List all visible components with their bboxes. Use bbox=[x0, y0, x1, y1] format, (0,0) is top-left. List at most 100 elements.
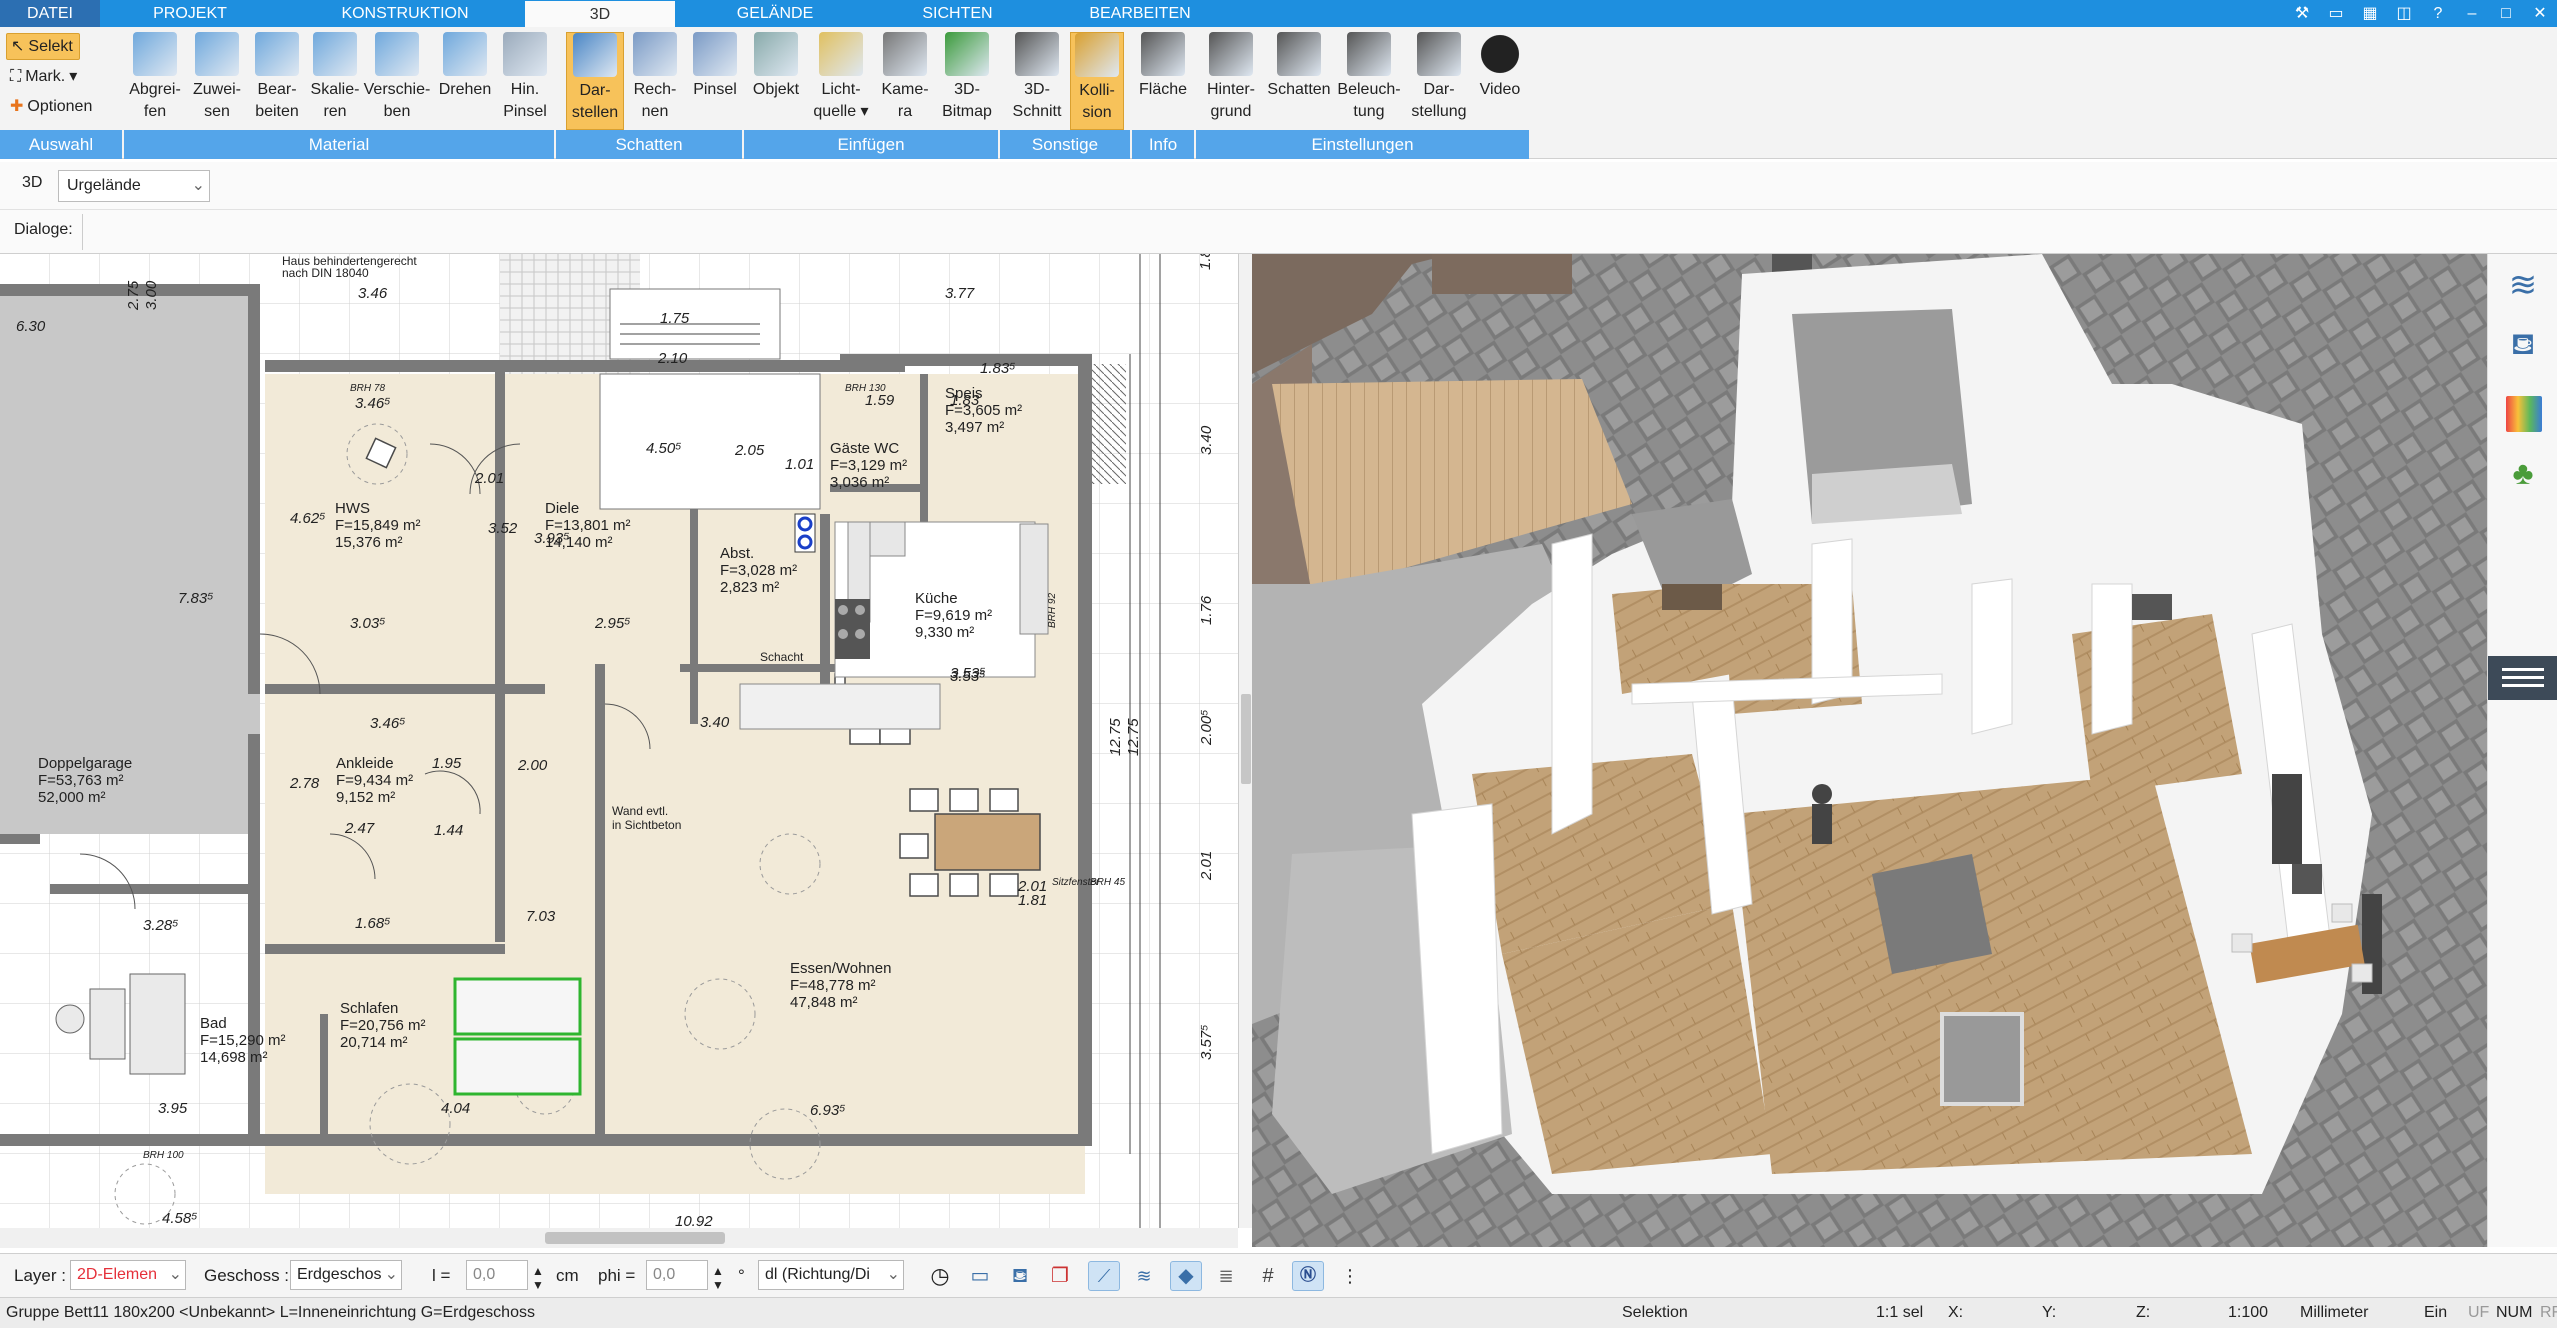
snap-icon[interactable]: ◆ bbox=[1170, 1261, 1202, 1291]
tab-datei[interactable]: DATEI bbox=[0, 0, 100, 27]
dl-dropdown[interactable]: dl (Richtung/Di ⌄ bbox=[758, 1260, 904, 1290]
room-floor-area: F=9,434 m² bbox=[336, 772, 414, 789]
more-icon[interactable]: ⋮ bbox=[1340, 1261, 1360, 1291]
bearbeiten-icon bbox=[255, 32, 299, 76]
tab-konstruktion[interactable]: KONSTRUKTION bbox=[290, 0, 520, 27]
abgreifen-button[interactable]: Abgrei-fen bbox=[124, 32, 186, 130]
hatch-icon[interactable]: ≋ bbox=[1128, 1261, 1160, 1291]
skalieren-icon bbox=[313, 32, 357, 76]
terrain-dropdown[interactable]: Urgelände ⌄ bbox=[58, 170, 210, 202]
dimension-label: 1.68⁵ bbox=[355, 915, 391, 932]
room-label[interactable]: Küche F=9,619 m² 9,330 m² bbox=[915, 590, 992, 641]
materials-icon[interactable] bbox=[2506, 396, 2542, 432]
button-label-line2: stellung bbox=[1411, 103, 1467, 120]
bearbeiten-button[interactable]: Bear-beiten bbox=[246, 32, 308, 130]
chevron-down-icon: ⌄ bbox=[384, 1266, 398, 1283]
north-icon[interactable]: Ⓝ bbox=[1292, 1261, 1324, 1291]
selekt-button[interactable]: ↖ Selekt bbox=[6, 33, 80, 60]
darstellen-button[interactable]: Dar-stellen bbox=[566, 32, 624, 130]
grid-icon[interactable]: ▦ bbox=[2353, 0, 2387, 27]
tab-3d[interactable]: 3D bbox=[525, 0, 675, 27]
hamburger-menu-button[interactable] bbox=[2488, 656, 2557, 700]
plants-icon[interactable]: ♣ bbox=[2504, 454, 2542, 492]
maximize-button[interactable]: □ bbox=[2489, 0, 2523, 27]
drehen-button[interactable]: Drehen bbox=[434, 32, 496, 130]
room-label[interactable]: Schlafen F=20,756 m² 20,714 m² bbox=[340, 1000, 425, 1051]
3d-view[interactable] bbox=[1252, 254, 2487, 1247]
objekt-button[interactable]: Objekt bbox=[746, 32, 806, 130]
beleuchtung-button[interactable]: Beleuch-tung bbox=[1334, 32, 1404, 130]
monitor-icon[interactable]: ▭ bbox=[964, 1261, 996, 1291]
video-button[interactable]: Video bbox=[1474, 32, 1526, 130]
phi-input[interactable]: 0,0 bbox=[646, 1260, 708, 1290]
kamera-button[interactable]: Kame-ra bbox=[876, 32, 934, 130]
l-input[interactable]: 0,0 bbox=[466, 1260, 528, 1290]
layer-dropdown[interactable]: 2D-Elemen ⌄ bbox=[70, 1260, 186, 1290]
help-icon[interactable]: ? bbox=[2421, 0, 2455, 27]
rechnen-button[interactable]: Rech-nen bbox=[626, 32, 684, 130]
pinsel-button[interactable]: Pinsel bbox=[686, 32, 744, 130]
hin-pinsel-button[interactable]: Hin. Pinsel bbox=[496, 32, 554, 130]
close-button[interactable]: ✕ bbox=[2523, 0, 2557, 27]
tab-bearbeiten[interactable]: BEARBEITEN bbox=[1050, 0, 1230, 27]
flaeche-button[interactable]: Fläche bbox=[1132, 32, 1194, 130]
view-label: 3D bbox=[22, 174, 43, 191]
room-label[interactable]: Gäste WC F=3,129 m² 3,036 m² bbox=[830, 440, 907, 491]
tab-gelaende[interactable]: GELÄNDE bbox=[690, 0, 860, 27]
plus-icon: ✚ bbox=[10, 98, 24, 115]
schnitt-button[interactable]: 3D- Schnitt bbox=[1004, 32, 1070, 130]
dimension-label: 2.75 bbox=[125, 280, 142, 310]
divider-handle[interactable] bbox=[1241, 694, 1251, 784]
room-label[interactable]: Abst. F=3,028 m² 2,823 m² bbox=[720, 545, 797, 596]
dimension-label: 3.00 bbox=[143, 280, 160, 310]
button-label-line1: Kame- bbox=[881, 81, 929, 98]
restore-icon[interactable]: ◫ bbox=[2387, 0, 2421, 27]
button-label-line1: Licht- bbox=[821, 81, 861, 98]
dimension-label: 1.81 bbox=[1018, 892, 1048, 909]
tools-icon[interactable]: ⚒ bbox=[2285, 0, 2319, 27]
room-label[interactable]: Essen/Wohnen F=48,778 m² 47,848 m² bbox=[790, 960, 891, 1011]
pinsel-icon bbox=[693, 32, 737, 76]
l-value: 0,0 bbox=[473, 1266, 496, 1283]
dimension-label: 1.76 bbox=[1198, 595, 1215, 625]
room-label[interactable]: Ankleide F=9,434 m² 9,152 m² bbox=[336, 755, 413, 806]
schatten2-button[interactable]: Schatten bbox=[1266, 32, 1332, 130]
lichtquelle-button[interactable]: Licht-quelle ▾ bbox=[808, 32, 874, 130]
room-label[interactable]: HWS F=15,849 m² 15,376 m² bbox=[335, 500, 420, 551]
clock-icon[interactable]: ◷ bbox=[924, 1261, 956, 1291]
floor-plan-view[interactable]: HWS F=15,849 m² 15,376 m² Diele F=13,801 m² 1… bbox=[0, 254, 1250, 1228]
minimize-button[interactable]: – bbox=[2455, 0, 2489, 27]
dimension-label: 1.75 bbox=[660, 310, 690, 327]
kollision-button[interactable]: Kolli-sion bbox=[1070, 32, 1124, 130]
bitmap-button[interactable]: 3D- Bitmap bbox=[936, 32, 998, 130]
room-label[interactable]: Bad F=15,290 m² 14,698 m² bbox=[200, 1015, 285, 1066]
grid-icon[interactable]: # bbox=[1252, 1261, 1284, 1291]
right-toolbar: ≋ ⛾ ♣ bbox=[2487, 254, 2557, 1247]
dialoge-label: Dialoge: bbox=[14, 221, 73, 238]
furniture-icon[interactable]: ⛾ bbox=[2504, 326, 2542, 364]
tab-projekt[interactable]: PROJEKT bbox=[110, 0, 270, 27]
verschieben-button[interactable]: Verschie-ben bbox=[362, 32, 432, 130]
geschoss-dropdown[interactable]: Erdgeschos ⌄ bbox=[290, 1260, 402, 1290]
optionen-button[interactable]: ✚ Optionen bbox=[6, 93, 98, 120]
status-sel: 1:1 sel bbox=[1876, 1304, 1924, 1321]
layers-icon[interactable]: ≋ bbox=[2504, 266, 2542, 304]
window-layout-icon[interactable]: ▭ bbox=[2319, 0, 2353, 27]
mark-button[interactable]: ⛶ Mark. ▾ bbox=[6, 63, 83, 90]
zuweisen-button[interactable]: Zuwei-sen bbox=[186, 32, 248, 130]
skalieren-button[interactable]: Skalie-ren bbox=[304, 32, 366, 130]
selekt-label: Selekt bbox=[28, 38, 73, 55]
copy-icon[interactable]: ❐ bbox=[1044, 1261, 1076, 1291]
furniture-toggle-icon[interactable]: ⛾ bbox=[1004, 1261, 1036, 1291]
darstellung-icon bbox=[1417, 32, 1461, 76]
stripes-icon[interactable]: ≣ bbox=[1210, 1261, 1242, 1291]
dimension-label: 1.83 bbox=[950, 392, 980, 409]
dimension-label: 4.62⁵ bbox=[290, 510, 326, 527]
tab-sichten[interactable]: SICHTEN bbox=[870, 0, 1045, 27]
darstellung-button[interactable]: Dar-stellung bbox=[1406, 32, 1472, 130]
measure-icon[interactable]: ⟋ bbox=[1088, 1261, 1120, 1291]
status-num: NUM bbox=[2496, 1304, 2533, 1321]
scrollbar-thumb[interactable] bbox=[545, 1232, 725, 1244]
hintergrund-button[interactable]: Hinter-grund bbox=[1198, 32, 1264, 130]
room-label[interactable]: Doppelgarage F=53,763 m² 52,000 m² bbox=[38, 755, 132, 806]
